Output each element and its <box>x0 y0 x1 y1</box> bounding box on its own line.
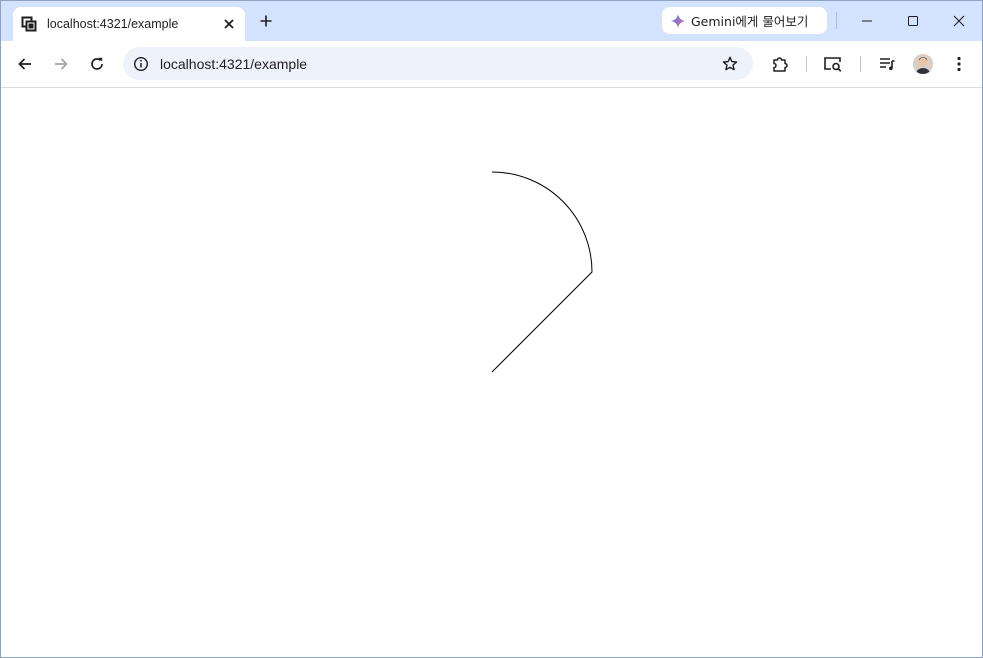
reload-button[interactable] <box>83 50 111 78</box>
more-vert-icon <box>957 56 961 72</box>
menu-button[interactable] <box>945 50 973 78</box>
forward-arrow-icon <box>55 58 68 70</box>
site-favicon-icon <box>21 16 37 32</box>
drawing-canvas <box>491 171 593 373</box>
puzzle-icon <box>773 57 788 72</box>
gemini-button[interactable]: Gemini에게 물어보기 <box>662 7 827 34</box>
divider <box>860 56 861 72</box>
new-tab-button[interactable] <box>255 10 277 32</box>
extensions-button[interactable] <box>766 50 794 78</box>
tab-strip: localhost:4321/example Gemini에게 물어보기 <box>1 1 982 41</box>
back-arrow-icon <box>18 58 31 70</box>
tab-title: localhost:4321/example <box>47 17 179 31</box>
page-content <box>1 88 982 657</box>
forward-button[interactable] <box>47 50 75 78</box>
media-button[interactable] <box>873 50 901 78</box>
gemini-label: Gemini에게 물어보기 <box>691 14 809 29</box>
gemini-sparkle-icon <box>671 13 685 28</box>
screen-search-button[interactable] <box>819 50 847 78</box>
info-icon[interactable] <box>132 55 150 73</box>
url-text[interactable]: localhost:4321/example <box>160 56 719 72</box>
divider <box>806 56 807 72</box>
media-queue-icon <box>880 58 895 71</box>
back-button[interactable] <box>11 50 39 78</box>
address-bar[interactable]: localhost:4321/example <box>123 47 753 80</box>
close-icon <box>953 15 965 27</box>
browser-toolbar: localhost:4321/example <box>1 41 982 88</box>
plus-icon <box>260 15 272 27</box>
close-icon[interactable] <box>219 14 239 34</box>
maximize-button[interactable] <box>890 1 936 41</box>
browser-window: localhost:4321/example Gemini에게 물어보기 loc… <box>0 0 983 658</box>
maximize-icon <box>908 16 918 26</box>
arc-path <box>491 171 593 373</box>
window-close-button[interactable] <box>936 1 982 41</box>
reload-icon <box>91 57 103 70</box>
tab-active[interactable]: localhost:4321/example <box>13 7 245 41</box>
avatar[interactable] <box>913 54 933 74</box>
minimize-icon <box>862 20 872 22</box>
divider <box>836 12 837 29</box>
screen-search-icon <box>824 57 842 72</box>
star-icon[interactable] <box>719 53 741 75</box>
minimize-button[interactable] <box>844 1 890 41</box>
